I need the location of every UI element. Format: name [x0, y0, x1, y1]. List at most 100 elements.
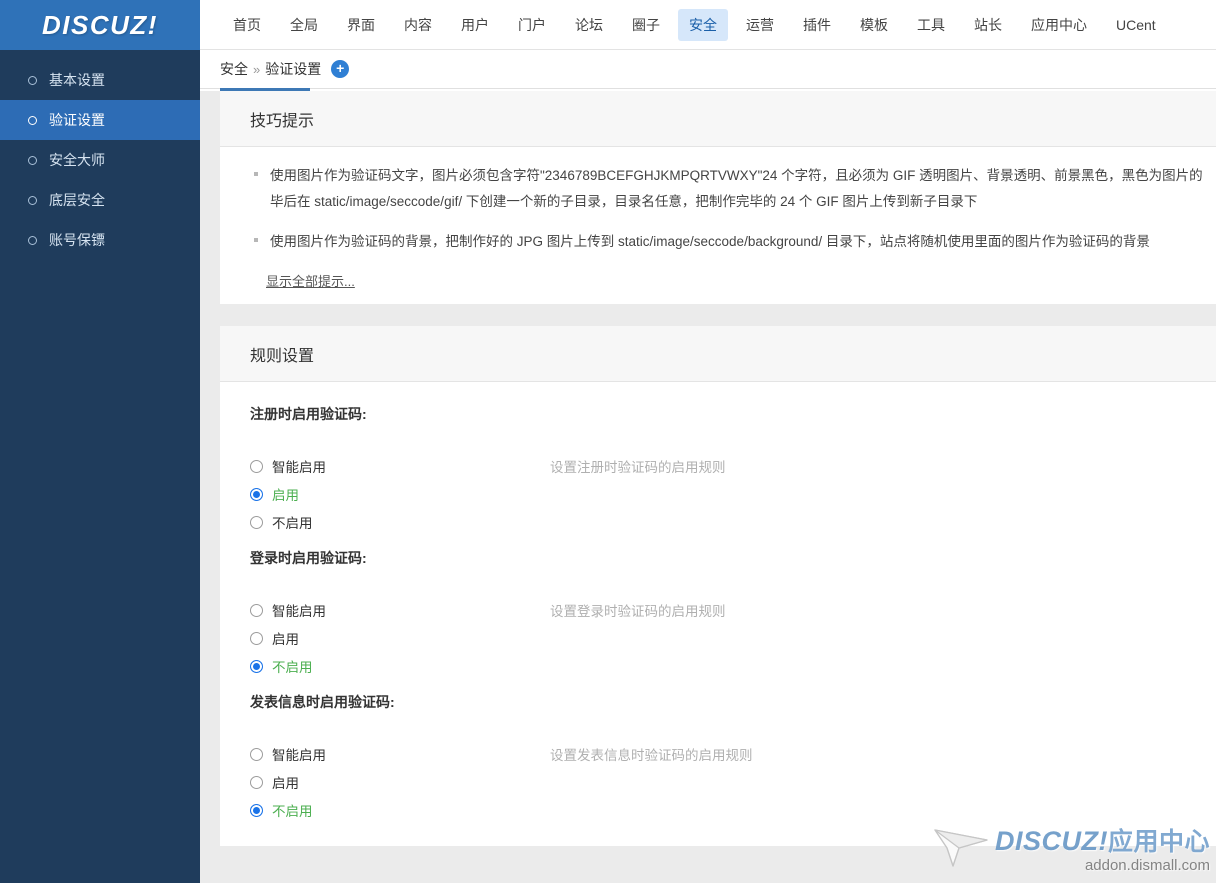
radio-button-icon[interactable]: [250, 803, 263, 817]
tip-text-block: 使用图片作为验证码文字，图片必须包含字符"2346789BCEFGHJKMPQR…: [270, 163, 1203, 215]
nav-item-8[interactable]: 安全: [678, 8, 728, 41]
add-icon[interactable]: +: [331, 60, 350, 78]
sidebar-item-label: 安全大师: [49, 152, 105, 168]
rule-field: 登录时启用验证码: 智能启用 启用 不启用 设置登录时验证码的启用规则: [250, 548, 1216, 680]
sidebar-item-label: 验证设置: [49, 112, 105, 128]
radio-option[interactable]: 不启用: [250, 652, 550, 680]
rules-panel-title: 规则设置: [220, 326, 1216, 382]
radio-option-label: 智能启用: [272, 604, 326, 619]
radio-button-icon[interactable]: [250, 515, 263, 529]
sidebar-item-label: 底层安全: [49, 192, 105, 208]
tip-item: 使用图片作为验证码的背景，把制作好的 JPG 图片上传到 static/imag…: [250, 229, 1216, 255]
admin-page: DISCUZ! 基本设置 验证设置 安全大师 底层安全 账号保镖 首页 全局 界面 内容 用户门…: [0, 0, 1216, 883]
brand-logo[interactable]: DISCUZ!: [0, 0, 200, 50]
radio-option[interactable]: 不启用: [250, 508, 550, 536]
rule-field-label: 登录时启用验证码:: [250, 550, 367, 566]
rule-field: 注册时启用验证码: 智能启用 启用 不启用 设置注册时验证码的启用规则: [250, 404, 1216, 536]
show-all-tips-link[interactable]: 显示全部提示...: [266, 271, 355, 290]
nav-item-9[interactable]: 运营: [735, 9, 785, 41]
radio-option-label: 不启用: [272, 516, 313, 531]
rule-field-row: 智能启用 启用 不启用 设置发表信息时验证码的启用规则: [250, 740, 1216, 824]
sidebar-item-1[interactable]: 验证设置: [0, 100, 200, 140]
radio-group: 智能启用 启用 不启用: [250, 596, 550, 680]
radio-button-icon[interactable]: [250, 487, 263, 501]
radio-option-label: 启用: [272, 776, 299, 791]
sidebar-item-0[interactable]: 基本设置: [0, 60, 200, 100]
radio-option-label: 启用: [272, 488, 299, 503]
top-navigation: 首页 全局 界面 内容 用户 门户 论坛 圈子 安全 运营 插件 模板 工具 站长 应用中心 UCent: [200, 0, 1216, 50]
radio-button-icon[interactable]: [250, 631, 263, 645]
nav-item-0[interactable]: 首页: [222, 9, 272, 41]
content-area: 技巧提示 使用图片作为验证码文字，图片必须包含字符"2346789BCEFGHJ…: [200, 91, 1216, 883]
radio-group: 智能启用启用不启用: [250, 740, 550, 824]
radio-option-label: 不启用: [272, 804, 313, 819]
radio-option[interactable]: 智能启用: [250, 740, 550, 768]
sidebar-menu: 基本设置验证设置安全大师底层安全账号保镖: [0, 50, 200, 260]
panel-gap: [200, 304, 1216, 326]
rule-field-row: 智能启用 启用 不启用 设置登录时验证码的启用规则: [250, 596, 1216, 680]
nav-item-11[interactable]: 模板: [849, 9, 899, 41]
sidebar-item-4[interactable]: 账号保镖: [0, 220, 200, 260]
circle-bullet-icon: [28, 75, 37, 85]
sidebar-item-2[interactable]: 安全大师: [0, 140, 200, 180]
tip-text-line: 使用图片作为验证码文字，图片必须包含字符"2346789BCEFGHJKMPQR…: [270, 168, 1203, 183]
nav-item-12[interactable]: 工具: [906, 9, 956, 41]
nav-item-14[interactable]: 应用中心: [1020, 9, 1098, 41]
nav-item-13[interactable]: 站长: [963, 9, 1013, 41]
rule-field-label: 注册时启用验证码:: [250, 406, 367, 422]
tip-text-block: 使用图片作为验证码的背景，把制作好的 JPG 图片上传到 static/imag…: [270, 229, 1150, 255]
nav-item-6[interactable]: 论坛: [564, 9, 614, 41]
radio-option[interactable]: 启用: [250, 768, 550, 796]
rule-field-description: 设置发表信息时验证码的启用规则: [550, 748, 753, 763]
rule-field-description: 设置注册时验证码的启用规则: [550, 460, 726, 475]
rule-field-description: 设置登录时验证码的启用规则: [550, 604, 726, 619]
radio-button-icon[interactable]: [250, 775, 263, 789]
circle-bullet-icon: [28, 235, 37, 245]
tip-text-line: 使用图片作为验证码的背景，把制作好的 JPG 图片上传到 static/imag…: [270, 234, 1150, 249]
radio-option-label: 智能启用: [272, 460, 326, 475]
rule-field: 发表信息时启用验证码: 智能启用 启用 不启用 设置发表信息时验证码的启用规则: [250, 692, 1216, 824]
nav-item-10[interactable]: 插件: [792, 9, 842, 41]
radio-button-icon[interactable]: [250, 747, 263, 761]
sidebar-item-label: 账号保镖: [49, 232, 105, 248]
radio-option[interactable]: 智能启用: [250, 596, 550, 624]
nav-item-7[interactable]: 圈子: [621, 9, 671, 41]
breadcrumb-current: 验证设置: [265, 61, 322, 77]
nav-item-4[interactable]: 用户: [450, 9, 500, 41]
sidebar-item-label: 基本设置: [49, 72, 105, 88]
radio-button-icon[interactable]: [250, 659, 263, 673]
tip-text-line: 毕后在 static/image/seccode/gif/ 下创建一个新的子目录…: [270, 194, 978, 209]
nav-item-3[interactable]: 内容: [393, 9, 443, 41]
breadcrumb-root[interactable]: 安全: [220, 59, 248, 79]
rule-field-row: 智能启用 启用 不启用 设置注册时验证码的启用规则: [250, 452, 1216, 536]
radio-option[interactable]: 智能启用: [250, 452, 550, 480]
radio-option[interactable]: 启用: [250, 624, 550, 652]
tips-panel: 技巧提示 使用图片作为验证码文字，图片必须包含字符"2346789BCEFGHJ…: [220, 91, 1216, 304]
breadcrumb-separator: »: [253, 61, 261, 77]
breadcrumb: 安全 » 验证设置 +: [200, 50, 1216, 89]
sidebar-item-3[interactable]: 底层安全: [0, 180, 200, 220]
circle-bullet-icon: [28, 115, 37, 125]
rule-field-label: 发表信息时启用验证码:: [250, 694, 395, 710]
nav-item-2[interactable]: 界面: [336, 9, 386, 41]
circle-bullet-icon: [28, 155, 37, 165]
sidebar: DISCUZ! 基本设置验证设置安全大师底层安全账号保镖: [0, 0, 200, 883]
rules-fields: 注册时启用验证码: 智能启用 启用 不启用 设置注册时验证码的启用规则 登录时启用验证码:…: [220, 382, 1216, 846]
brand-logo-text: DISCUZ!: [42, 9, 158, 40]
radio-option-label: 不启用: [272, 660, 313, 675]
tips-list: 使用图片作为验证码文字，图片必须包含字符"2346789BCEFGHJKMPQR…: [220, 147, 1216, 304]
tips-panel-title: 技巧提示: [220, 91, 1216, 147]
radio-group: 智能启用 启用 不启用: [250, 452, 550, 536]
radio-button-icon[interactable]: [250, 603, 263, 617]
square-bullet-icon: [254, 238, 258, 242]
nav-item-5[interactable]: 门户: [507, 9, 557, 41]
radio-option[interactable]: 启用: [250, 480, 550, 508]
nav-item-1[interactable]: 全局: [279, 9, 329, 41]
circle-bullet-icon: [28, 195, 37, 205]
radio-button-icon[interactable]: [250, 459, 263, 473]
radio-option-label: 启用: [272, 632, 299, 647]
rules-panel: 规则设置 注册时启用验证码: 智能启用 启用 不启用 设置注册时验证码的启用规则 登录时启…: [220, 326, 1216, 846]
nav-item-15[interactable]: UCent: [1105, 11, 1167, 39]
radio-option[interactable]: 不启用: [250, 796, 550, 824]
tip-item: 使用图片作为验证码文字，图片必须包含字符"2346789BCEFGHJKMPQR…: [250, 163, 1216, 215]
